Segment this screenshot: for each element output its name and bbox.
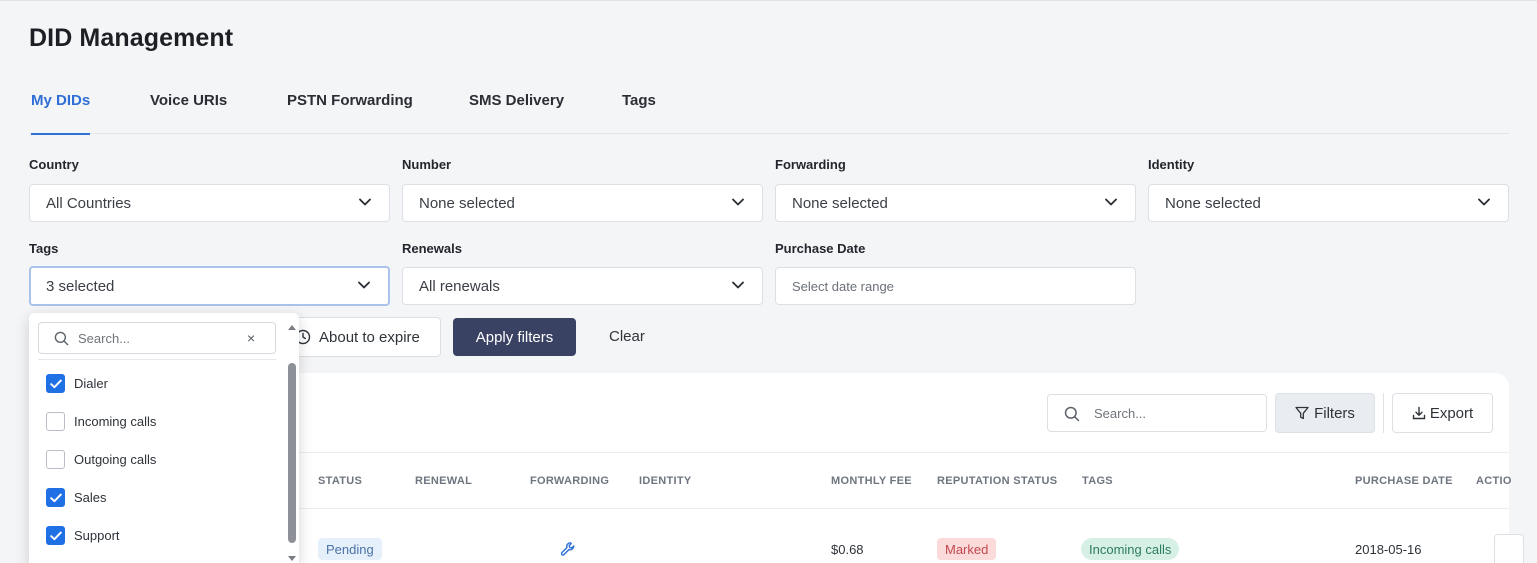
filters-button-label: Filters (1314, 404, 1355, 422)
tag-option-label: Sales (74, 489, 107, 505)
wrench-icon[interactable] (560, 541, 576, 557)
purchase-date-input[interactable]: Select date range (775, 267, 1136, 305)
tags-select-value: 3 selected (46, 277, 115, 295)
column-header-forwarding[interactable]: FORWARDING (530, 475, 609, 487)
column-header-renewal[interactable]: RENEWAL (415, 475, 472, 487)
checkbox-unchecked[interactable] (46, 449, 65, 469)
scroll-up-arrow-icon[interactable] (287, 318, 297, 336)
column-header-actions[interactable]: ACTIO (1476, 475, 1512, 487)
tab-pstn-forwarding[interactable]: PSTN Forwarding (287, 88, 413, 134)
dropdown-scrollbar[interactable] (285, 313, 299, 563)
checkbox-checked[interactable] (46, 525, 65, 545)
clear-filters-button[interactable]: Clear (609, 328, 645, 345)
reputation-badge: Marked (937, 538, 997, 560)
chevron-down-icon (359, 198, 371, 206)
country-select[interactable]: All Countries (29, 184, 390, 222)
chevron-down-icon (358, 281, 370, 289)
search-icon (1064, 406, 1080, 425)
column-header-monthly-fee[interactable]: MONTHLY FEE (831, 475, 912, 487)
tags-label: Tags (29, 241, 59, 256)
tags-search-placeholder: Search... (78, 330, 131, 346)
purchase-date-label: Purchase Date (775, 241, 866, 256)
scrollbar-thumb[interactable] (288, 363, 296, 543)
forwarding-select-value: None selected (792, 194, 888, 212)
tag-option-label: Support (74, 527, 120, 543)
tag-option-label: Incoming calls (74, 413, 157, 429)
chevron-down-icon (1478, 198, 1490, 206)
number-label: Number (402, 157, 452, 172)
tag-option-dialer[interactable]: Dialer (46, 371, 276, 395)
tag-option-label: Outgoing calls (74, 451, 157, 467)
tags-dropdown-menu: Search... × Dialer Incoming calls Outgoi… (29, 313, 299, 563)
tab-my-dids[interactable]: My DIDs (31, 88, 91, 135)
number-select[interactable]: None selected (402, 184, 763, 222)
identity-select-value: None selected (1165, 194, 1261, 212)
monthly-fee-cell: $0.68 (831, 542, 864, 557)
tag-option-sales[interactable]: Sales (46, 485, 276, 509)
table-search-placeholder: Search... (1094, 405, 1147, 421)
country-select-value: All Countries (46, 194, 132, 212)
column-header-tags[interactable]: TAGS (1082, 475, 1113, 487)
country-label: Country (29, 157, 79, 172)
tags-select[interactable]: 3 selected (29, 266, 390, 306)
chevron-down-icon (1105, 198, 1117, 206)
forwarding-label: Forwarding (775, 157, 846, 172)
filters-button[interactable]: Filters (1275, 393, 1375, 433)
identity-label: Identity (1148, 157, 1195, 172)
tag-option-support[interactable]: Support (46, 523, 276, 547)
export-button-label: Export (1429, 404, 1474, 422)
tag-option-incoming-calls[interactable]: Incoming calls (46, 409, 276, 433)
renewals-select-value: All renewals (419, 277, 500, 295)
purchase-date-cell: 2018-05-16 (1355, 542, 1422, 557)
tab-tags[interactable]: Tags (622, 88, 656, 134)
column-header-reputation-status[interactable]: REPUTATION STATUS (937, 475, 1057, 487)
about-to-expire-label: About to expire (319, 328, 420, 346)
column-header-status[interactable]: STATUS (318, 475, 362, 487)
checkbox-checked[interactable] (46, 373, 65, 393)
renewals-label: Renewals (402, 241, 462, 256)
identity-select[interactable]: None selected (1148, 184, 1509, 222)
tag-option-label: Dialer (74, 375, 108, 391)
column-header-purchase-date[interactable]: PURCHASE DATE (1355, 475, 1453, 487)
chevron-down-icon (732, 198, 744, 206)
tag-option-outgoing-calls[interactable]: Outgoing calls (46, 447, 276, 471)
checkbox-unchecked[interactable] (46, 411, 65, 431)
tags-search-input[interactable]: Search... (38, 322, 276, 354)
column-header-identity[interactable]: IDENTITY (639, 475, 692, 487)
top-divider (0, 0, 1537, 1)
about-to-expire-button[interactable]: About to expire (280, 317, 441, 357)
renewals-select[interactable]: All renewals (402, 267, 763, 305)
tab-voice-uris[interactable]: Voice URIs (150, 88, 227, 134)
export-button[interactable]: Export (1392, 393, 1493, 433)
chevron-down-icon (732, 281, 744, 289)
checkbox-checked[interactable] (46, 487, 65, 507)
purchase-date-placeholder: Select date range (792, 278, 894, 294)
tab-sms-delivery[interactable]: SMS Delivery (469, 88, 564, 134)
filter-icon (1295, 406, 1309, 420)
number-select-value: None selected (419, 194, 515, 212)
page-title: DID Management (29, 24, 234, 52)
forwarding-select[interactable]: None selected (775, 184, 1136, 222)
tag-badge: Incoming calls (1081, 538, 1180, 560)
tags-dropdown-divider (38, 359, 276, 360)
status-badge: Pending (318, 538, 382, 560)
tab-bar: My DIDs Voice URIs PSTN Forwarding SMS D… (29, 88, 1509, 135)
toolbar-divider (1383, 393, 1384, 433)
scroll-down-arrow-icon[interactable] (287, 549, 297, 563)
apply-filters-button[interactable]: Apply filters (453, 318, 576, 356)
clear-search-icon[interactable]: × (247, 330, 255, 346)
search-icon (54, 331, 69, 349)
table-search-input[interactable]: Search... (1047, 394, 1267, 432)
download-icon (1412, 406, 1426, 420)
row-actions-button[interactable] (1494, 534, 1524, 563)
